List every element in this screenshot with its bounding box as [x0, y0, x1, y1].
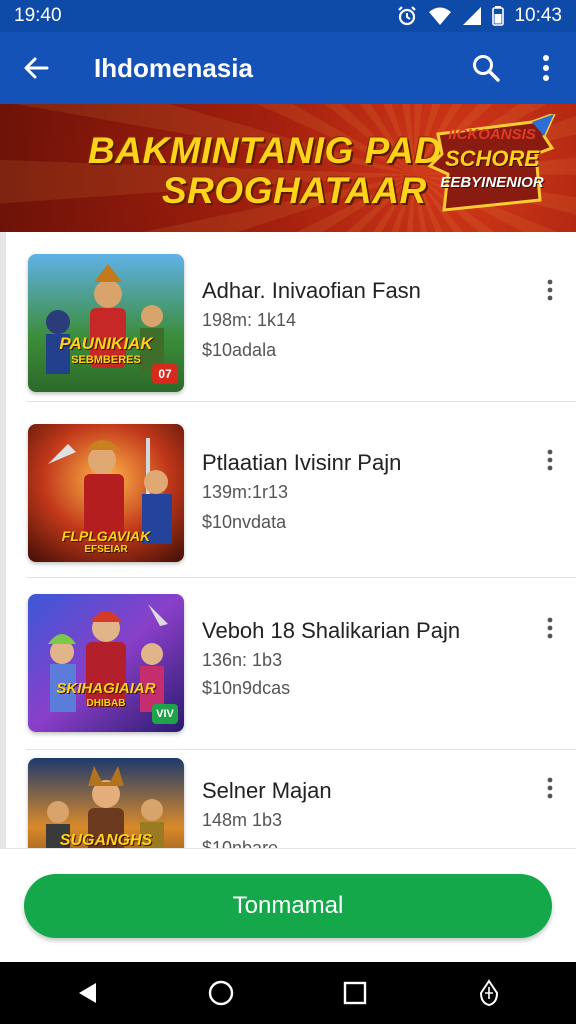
home-circle-icon	[208, 980, 234, 1006]
page-title: Ihdomenasia	[94, 52, 253, 83]
alarm-icon	[396, 5, 418, 27]
search-button[interactable]	[456, 32, 516, 104]
badge-mid-text: SCHORE	[444, 146, 540, 171]
search-icon	[473, 55, 500, 82]
item-price: $10nbare	[202, 838, 279, 848]
thumb-caption: SKIHAGIAIAR	[56, 680, 156, 697]
item-list[interactable]: PAUNIKIAK SEBMBERES 07 Adhar. Inivaofian…	[0, 232, 576, 848]
status-icons: 10:43	[396, 5, 562, 27]
more-vert-icon	[547, 777, 553, 799]
item-thumbnail[interactable]: PAUNIKIAK SEBMBERES 07	[28, 254, 184, 392]
item-meta: 139m:1r13	[202, 482, 289, 502]
item-title: Adhar. Inivaofian Fasn	[202, 278, 421, 303]
banner-title: BAKMINTANIG PADR	[88, 130, 469, 171]
list-item[interactable]: SKIHAGIAIAR DHIBAB VIV Veboh 18 Shalikar…	[26, 580, 576, 750]
back-button[interactable]	[0, 32, 72, 104]
list-item[interactable]: FLPLGAVIAK EFSEIAR Ptlaatian Ivisinr Paj…	[26, 408, 576, 578]
back-triangle-icon	[79, 983, 96, 1003]
badge-top-text: IICKOANSIS	[448, 126, 536, 143]
item-more-button[interactable]	[538, 768, 562, 808]
item-title: Veboh 18 Shalikarian Pajn	[202, 618, 461, 643]
assistant-icon	[479, 979, 499, 1007]
item-price: $10n9dcas	[202, 678, 291, 698]
more-vert-icon	[547, 279, 553, 301]
status-bar: 19:40 10:43	[0, 0, 576, 32]
banner-subtitle: SROGHATAAR	[162, 170, 427, 211]
thumb-caption: SUGANGHS	[59, 832, 153, 848]
more-vert-icon	[543, 55, 549, 81]
item-meta: 198m: 1k14	[202, 310, 297, 330]
thumb-subcaption: EFSEIAR	[84, 544, 128, 555]
nav-recents-button[interactable]	[325, 962, 385, 1024]
item-more-button[interactable]	[538, 608, 562, 648]
thumb-caption: FLPLGAVIAK	[61, 528, 151, 544]
recents-square-icon	[343, 981, 367, 1005]
item-more-button[interactable]	[538, 270, 562, 310]
item-title: Selner Majan	[202, 778, 332, 803]
item-thumbnail[interactable]: SUGANGHS	[28, 758, 184, 848]
thumb-badge: VIV	[152, 704, 178, 724]
item-price: $10adala	[202, 340, 277, 360]
list-item[interactable]: SUGANGHS Selner Majan 148m 1b3 $10nbare	[26, 748, 576, 848]
system-nav-bar	[0, 962, 576, 1024]
badge-bottom-text: EEBYINENIOR	[440, 174, 544, 191]
primary-action-button[interactable]: Tonmamal	[24, 874, 552, 938]
status-time-right: 10:43	[514, 5, 562, 26]
nav-home-button[interactable]	[191, 962, 251, 1024]
status-time: 19:40	[14, 5, 62, 26]
back-arrow-icon	[24, 57, 49, 79]
app-bar: Ihdomenasia	[0, 32, 576, 104]
item-title: Ptlaatian Ivisinr Pajn	[202, 450, 402, 475]
banner-badge: IICKOANSIS SCHORE EEBYINENIOR	[428, 114, 556, 212]
wifi-icon	[428, 6, 452, 26]
more-vert-icon	[547, 449, 553, 471]
more-vert-icon	[547, 617, 553, 639]
thumb-badge: 07	[152, 364, 178, 384]
list-item[interactable]: PAUNIKIAK SEBMBERES 07 Adhar. Inivaofian…	[26, 232, 576, 402]
item-thumbnail[interactable]: SKIHAGIAIAR DHIBAB VIV	[28, 594, 184, 732]
item-meta: 148m 1b3	[202, 810, 283, 830]
item-more-button[interactable]	[538, 440, 562, 480]
signal-icon	[462, 6, 482, 26]
nav-back-button[interactable]	[57, 962, 117, 1024]
nav-assistant-button[interactable]	[459, 962, 519, 1024]
overflow-menu-button[interactable]	[516, 32, 576, 104]
thumb-caption: PAUNIKIAK	[59, 334, 153, 353]
battery-icon	[492, 6, 505, 26]
item-meta: 136n: 1b3	[202, 650, 283, 670]
item-price: $10nvdata	[202, 512, 287, 532]
item-thumbnail[interactable]: FLPLGAVIAK EFSEIAR	[28, 424, 184, 562]
